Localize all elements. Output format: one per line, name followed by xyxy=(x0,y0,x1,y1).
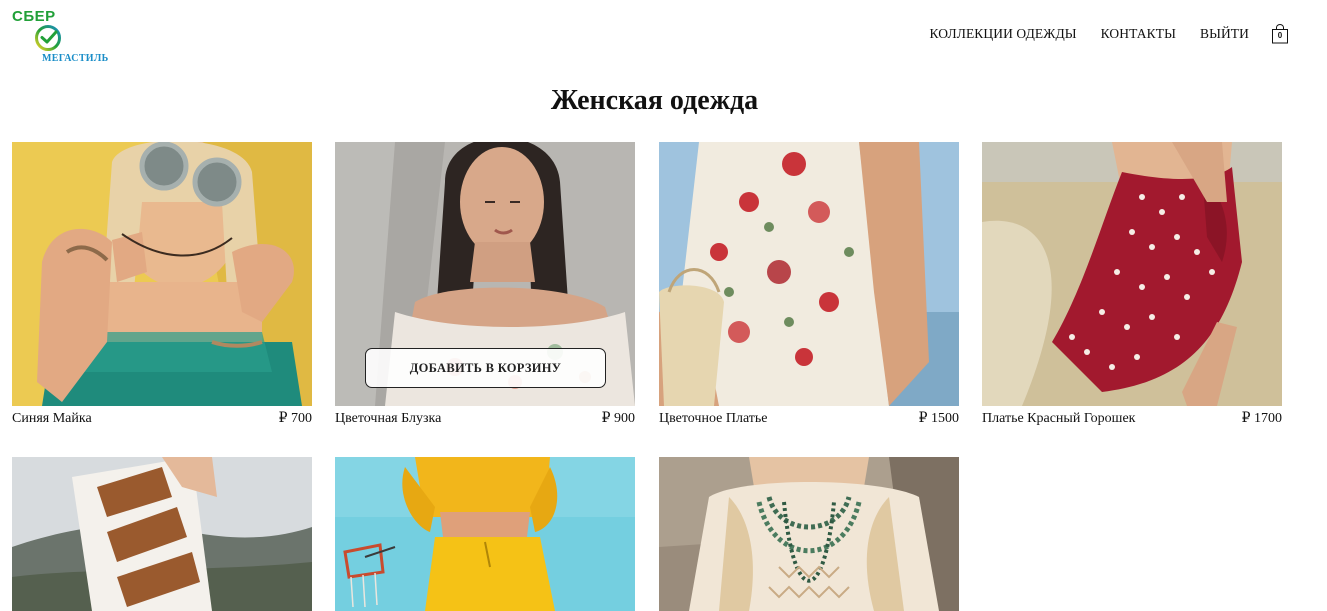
product-meta: Платье Красный Горошек ₽ 1700 xyxy=(982,410,1282,428)
product-name[interactable]: Цветочное Платье xyxy=(659,410,768,428)
product-card[interactable]: Платье Красный Горошек ₽ 1700 xyxy=(982,142,1282,428)
product-card[interactable]: Цветочное Платье ₽ 1500 xyxy=(659,142,959,428)
product-photo[interactable] xyxy=(335,457,635,611)
product-price: ₽ 1700 xyxy=(1241,411,1282,426)
product-photo[interactable] xyxy=(12,457,312,611)
product-meta: Синяя Майка ₽ 700 xyxy=(12,410,312,428)
sber-megastyle-logo[interactable]: СБЕР МЕГАСТИЛЬ xyxy=(12,8,122,68)
nav-logout-link[interactable]: ВЫЙТИ xyxy=(1200,25,1249,43)
product-photo[interactable] xyxy=(659,142,959,406)
product-price: ₽ 1500 xyxy=(918,411,959,426)
product-name[interactable]: Платье Красный Горошек xyxy=(982,410,1135,428)
nav-collections-link[interactable]: КОЛЛЕКЦИИ ОДЕЖДЫ xyxy=(930,25,1077,43)
product-card[interactable] xyxy=(12,457,312,611)
add-to-cart-button[interactable]: ДОБАВИТЬ В КОРЗИНУ xyxy=(365,348,606,388)
product-card[interactable] xyxy=(659,457,959,611)
product-photo[interactable] xyxy=(982,142,1282,406)
logo-bottom-text: МЕГАСТИЛЬ xyxy=(42,53,109,64)
product-card[interactable] xyxy=(335,457,635,611)
product-meta: Цветочная Блузка ₽ 900 xyxy=(335,410,635,428)
product-photo[interactable]: ДОБАВИТЬ В КОРЗИНУ xyxy=(335,142,635,406)
logo-top-text: СБЕР xyxy=(12,8,56,25)
product-photo[interactable] xyxy=(12,142,312,406)
sber-check-logo-mark xyxy=(35,25,61,51)
product-name[interactable]: Цветочная Блузка xyxy=(335,410,441,428)
site-header: СБЕР МЕГАСТИЛЬ КОЛЛЕКЦИИ ОДЕЖДЫ КОНТАКТЫ… xyxy=(0,0,1327,72)
product-card[interactable]: ДОБАВИТЬ В КОРЗИНУ Цветочная Блузка ₽ 90… xyxy=(335,142,635,428)
product-card[interactable]: Синяя Майка ₽ 700 xyxy=(12,142,312,428)
product-price: ₽ 700 xyxy=(278,411,312,426)
page-title: Женская одежда xyxy=(550,85,759,116)
main-nav: КОЛЛЕКЦИИ ОДЕЖДЫ КОНТАКТЫ ВЫЙТИ 0 xyxy=(930,24,1290,44)
product-meta: Цветочное Платье ₽ 1500 xyxy=(659,410,959,428)
cart-count: 0 xyxy=(1277,31,1283,40)
cart-button[interactable]: 0 xyxy=(1271,24,1289,44)
nav-contacts-link[interactable]: КОНТАКТЫ xyxy=(1101,25,1176,43)
product-price: ₽ 900 xyxy=(601,411,635,426)
product-photo[interactable] xyxy=(659,457,959,611)
product-name[interactable]: Синяя Майка xyxy=(12,410,92,428)
